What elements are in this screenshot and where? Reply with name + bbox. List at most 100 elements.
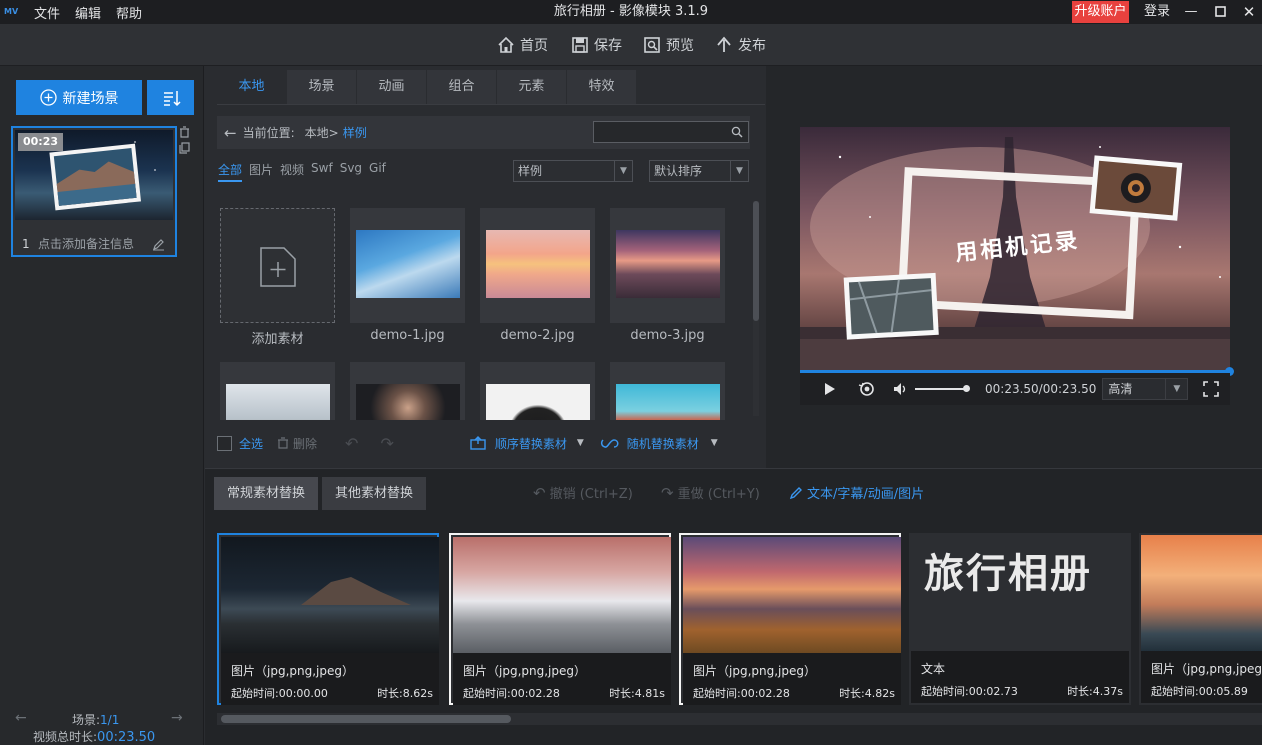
text-edit-link[interactable]: 文本/字幕/动画/图片 (789, 483, 924, 502)
scrollbar-thumb[interactable] (221, 715, 511, 723)
delete-button[interactable]: 删除 (293, 435, 317, 452)
tab-element[interactable]: 元素 (497, 70, 567, 105)
folder-select[interactable]: 样例 ▼ (513, 160, 633, 182)
filter-video[interactable]: 视频 (280, 161, 304, 182)
replace-card-thumbnail (683, 537, 901, 653)
chevron-down-icon: ▼ (614, 161, 632, 181)
publish-label: 发布 (738, 38, 766, 54)
tab-effect[interactable]: 特效 (567, 70, 637, 105)
redo-icon: ↷ (661, 483, 674, 502)
search-input[interactable] (593, 121, 749, 143)
replace-card[interactable]: 图片（jpg,png,jpeg） 起始时间:00:05.89 (1139, 533, 1262, 705)
select-all-label[interactable]: 全选 (239, 435, 263, 452)
replace-card[interactable]: 图片（jpg,png,jpeg） 起始时间:00:00.00 时长:8.62s (217, 533, 439, 705)
replace-card[interactable]: 图片（jpg,png,jpeg） 起始时间:00:02.28 时长:4.82s (679, 533, 901, 705)
volume-slider[interactable] (915, 385, 970, 392)
chevron-down-icon[interactable]: ▼ (711, 438, 718, 448)
save-label: 保存 (594, 38, 622, 54)
main-toolbar: 首页 保存 预览 发布 (0, 24, 1262, 66)
upload-icon (717, 36, 731, 52)
material-thumbnail (616, 384, 720, 420)
home-button[interactable]: 首页 (497, 34, 548, 56)
replace-card[interactable]: 旅行相册 文本 起始时间:00:02.73 时长:4.37s (909, 533, 1131, 705)
filter-all[interactable]: 全部 (218, 161, 243, 182)
trash-icon[interactable] (179, 126, 190, 138)
material-item[interactable] (480, 208, 595, 323)
sequence-replace-button[interactable]: 顺序替换素材 (495, 435, 567, 452)
redo-button[interactable]: ↷ 重做 (Ctrl+Y) (661, 483, 760, 503)
scene-note[interactable]: 点击添加备注信息 (38, 234, 134, 254)
material-item[interactable] (480, 362, 595, 420)
scene-footer: 1 点击添加备注信息 (15, 234, 173, 254)
undo-button[interactable]: ↶ 撤销 (Ctrl+Z) (533, 483, 633, 503)
material-item[interactable] (610, 208, 725, 323)
add-material-button[interactable] (220, 208, 335, 323)
search-icon (731, 126, 743, 138)
volume-icon[interactable] (893, 382, 909, 396)
scene-duration-badge: 00:23 (18, 133, 64, 151)
material-thumbnail (356, 230, 460, 298)
chevron-down-icon[interactable]: ▼ (577, 438, 584, 448)
tab-scene[interactable]: 场景 (287, 70, 357, 105)
material-item[interactable] (350, 362, 465, 420)
text-edit-label: 文本/字幕/动画/图片 (807, 487, 925, 502)
copy-icon[interactable] (179, 142, 190, 154)
location-current[interactable]: 样例 (343, 124, 367, 141)
material-item[interactable] (350, 208, 465, 323)
undo-icon[interactable]: ↶ (345, 434, 358, 453)
redo-icon[interactable]: ↷ (380, 434, 393, 453)
material-item[interactable] (610, 362, 725, 420)
chevron-down-icon: ▼ (730, 161, 748, 181)
filter-svg[interactable]: Svg (340, 161, 362, 182)
scene-sort-button[interactable] (147, 80, 194, 115)
publish-button[interactable]: 发布 (715, 34, 766, 56)
play-icon[interactable] (824, 382, 836, 396)
filter-gif[interactable]: Gif (369, 161, 386, 182)
random-replace-button[interactable]: 随机替换素材 (627, 435, 699, 452)
filter-image[interactable]: 图片 (249, 161, 273, 182)
replace-card-type: 图片（jpg,png,jpeg） (1151, 662, 1262, 676)
sort-select[interactable]: 默认排序 ▼ (649, 160, 749, 182)
scene-card[interactable]: 00:23 1 点击添加备注信息 (11, 126, 177, 257)
menu-help[interactable]: 帮助 (116, 3, 142, 22)
replace-card-type: 图片（jpg,png,jpeg） (693, 664, 816, 678)
tab-local[interactable]: 本地 (217, 70, 287, 105)
replace-card[interactable]: 图片（jpg,png,jpeg） 起始时间:00:02.28 时长:4.81s (449, 533, 671, 705)
edit-pencil-icon[interactable] (152, 238, 165, 251)
tab-animation[interactable]: 动画 (357, 70, 427, 105)
app-logo: MV (4, 7, 19, 16)
replay-icon[interactable] (858, 381, 876, 397)
menu-edit[interactable]: 编辑 (75, 3, 101, 22)
volume-handle[interactable] (963, 385, 970, 392)
menu-file[interactable]: 文件 (34, 3, 60, 22)
library-scrollbar[interactable] (753, 201, 759, 416)
maximize-icon[interactable] (1212, 4, 1228, 20)
quality-select[interactable]: 高清 ▼ (1102, 378, 1189, 400)
filter-swf[interactable]: Swf (311, 161, 333, 182)
close-icon[interactable]: ✕ (1241, 4, 1257, 20)
fullscreen-icon[interactable] (1203, 381, 1220, 397)
strip-scrollbar[interactable] (217, 713, 1262, 725)
select-all-checkbox[interactable] (217, 435, 232, 451)
preview-button[interactable]: 预览 (643, 34, 694, 56)
minimize-icon[interactable]: — (1183, 4, 1199, 20)
replace-card-type: 图片（jpg,png,jpeg） (463, 664, 586, 678)
tab-combo[interactable]: 组合 (427, 70, 497, 105)
save-button[interactable]: 保存 (571, 34, 622, 56)
upgrade-account-button[interactable]: 升级账户 (1072, 1, 1129, 23)
replace-card-thumbnail (221, 537, 439, 653)
preview-label: 预览 (666, 38, 694, 54)
tab-other-replace[interactable]: 其他素材替换 (322, 477, 426, 510)
login-button[interactable]: 登录 (1144, 0, 1170, 24)
chevron-down-icon: ▼ (1165, 379, 1187, 399)
back-arrow-icon[interactable]: ← (224, 124, 237, 142)
scrollbar-thumb[interactable] (753, 201, 759, 321)
location-root[interactable]: 本地> (305, 124, 339, 141)
new-scene-button[interactable]: 新建场景 (16, 80, 142, 115)
tab-regular-replace[interactable]: 常规素材替换 (214, 477, 318, 510)
material-item[interactable] (220, 362, 335, 420)
next-scene-icon[interactable]: → (171, 710, 183, 726)
replace-card-thumbnail (453, 537, 671, 653)
video-stage[interactable]: 用相机记录 (800, 127, 1230, 372)
prev-scene-icon[interactable]: ← (15, 710, 27, 726)
